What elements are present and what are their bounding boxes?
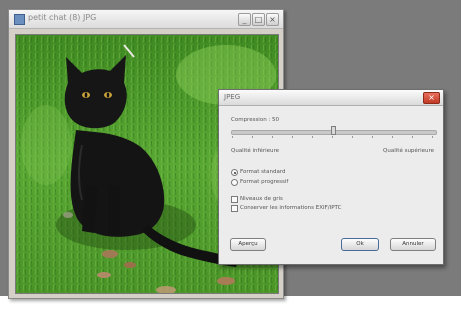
image-window-title: petit chat (8) JPG — [28, 13, 97, 22]
compression-label: Compression : 50 — [231, 117, 280, 123]
format-progressive-radio[interactable] — [231, 179, 238, 186]
format-standard-radio[interactable] — [231, 169, 238, 176]
grayscale-checkbox[interactable] — [231, 196, 238, 203]
jpeg-dialog: JPEG × Compression : 50 Qualité inférieu… — [218, 89, 444, 265]
image-file-icon — [14, 14, 25, 25]
format-standard-label[interactable]: Format standard — [240, 169, 286, 175]
quality-low-label: Qualité inférieure — [231, 148, 280, 154]
quality-high-label: Qualité supérieure — [383, 148, 434, 154]
ok-button[interactable]: Ok — [341, 238, 379, 251]
close-window-button[interactable]: × — [266, 13, 279, 26]
slider-ticks — [232, 136, 435, 138]
maximize-button[interactable]: □ — [252, 13, 265, 26]
jpeg-dialog-titlebar[interactable]: JPEG × — [219, 90, 443, 106]
jpeg-dialog-title: JPEG — [224, 93, 241, 101]
format-progressive-label[interactable]: Format progressif — [240, 179, 288, 185]
grayscale-label[interactable]: Niveaux de gris — [240, 196, 283, 202]
compression-slider-thumb[interactable] — [331, 126, 336, 135]
image-window-titlebar[interactable]: petit chat (8) JPG _ □ × — [9, 10, 283, 29]
keep-exif-label[interactable]: Conserver les informations EXIF/IPTC — [240, 205, 341, 211]
dialog-close-button[interactable]: × — [423, 92, 440, 104]
minimize-button[interactable]: _ — [238, 13, 251, 26]
preview-button[interactable]: Aperçu — [230, 238, 266, 251]
cancel-button[interactable]: Annuler — [390, 238, 436, 251]
keep-exif-checkbox[interactable] — [231, 205, 238, 212]
